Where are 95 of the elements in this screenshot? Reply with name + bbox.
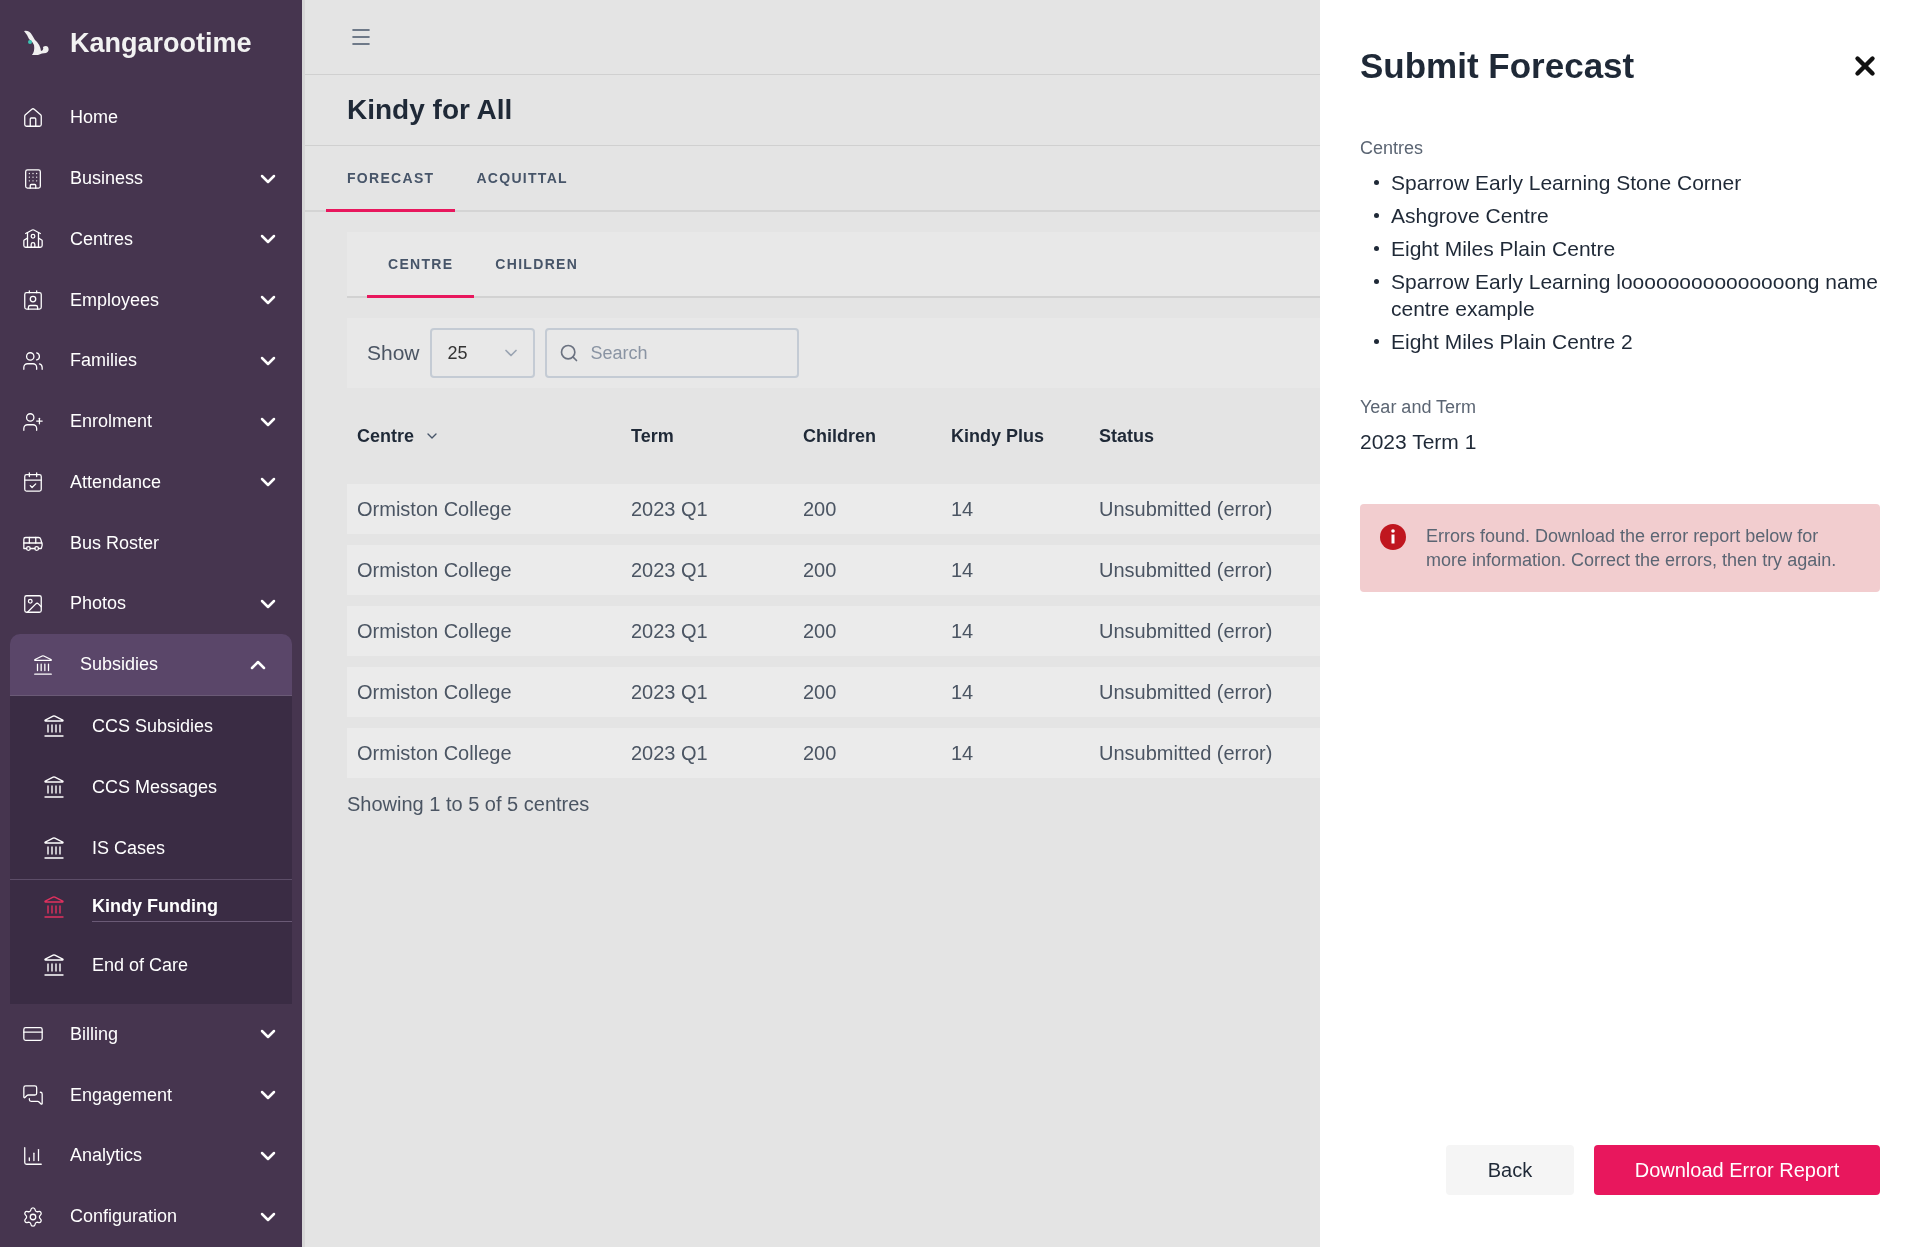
- sidebar-item[interactable]: Families: [0, 330, 302, 392]
- sidebar-item[interactable]: Business: [0, 148, 302, 210]
- bullet-icon: [1374, 246, 1379, 251]
- tab[interactable]: ACQUITTAL: [455, 146, 589, 212]
- download-error-report-button[interactable]: Download Error Report: [1594, 1145, 1880, 1195]
- sidebar-icon: [22, 1084, 44, 1107]
- bullet-icon: [1374, 180, 1379, 185]
- sidebar-item[interactable]: Configuration: [0, 1186, 302, 1247]
- table-cell-text: 200: [803, 619, 838, 643]
- sidebar-icon: [22, 228, 44, 251]
- table-cell-text: Ormiston College: [357, 680, 513, 704]
- sidebar-icon: [22, 167, 44, 190]
- table-cell-text: 200: [803, 680, 838, 704]
- centre-name: Eight Miles Plain Centre 2: [1391, 329, 1633, 355]
- table-cell-text: 2023 Q1: [631, 558, 709, 582]
- submenu-item[interactable]: IS Cases: [92, 833, 292, 863]
- table-cell-text: 2023 Q1: [631, 497, 709, 521]
- column-header: Centre: [357, 425, 414, 447]
- tab[interactable]: FORECAST: [326, 146, 456, 212]
- table-cell-text: Ormiston College: [357, 619, 513, 643]
- sidebar-item[interactable]: Bus Roster: [0, 512, 302, 574]
- sidebar-item[interactable]: Home: [0, 87, 302, 149]
- sidebar-icon: [22, 471, 44, 494]
- column-header: Kindy Plus: [951, 425, 1044, 447]
- term-label: Year and Term: [1360, 397, 1478, 418]
- sidebar-icon: [22, 410, 44, 433]
- centre-name: Eight Miles Plain Centre: [1391, 236, 1616, 262]
- bank-icon: [42, 836, 66, 861]
- table-cell-text: 14: [951, 680, 975, 704]
- sidebar-icon: [22, 107, 44, 129]
- table-cell-text: 2023 Q1: [631, 741, 709, 765]
- table-cell-text: Ormiston College: [357, 741, 513, 765]
- table-cell-text: Unsubmitted (error): [1099, 497, 1274, 521]
- alert-message: Errors found. Download the error report below for more information. Correct the errors, then try again.: [1426, 525, 1838, 572]
- column-header: Children: [803, 425, 876, 447]
- sidebar-item[interactable]: Photos: [0, 573, 302, 635]
- page-title: Kindy for All: [305, 75, 1320, 146]
- column-header: Term: [631, 425, 674, 447]
- search-field[interactable]: Search: [544, 328, 799, 378]
- show-label: Show: [367, 341, 420, 365]
- table-cell-text: 2023 Q1: [631, 680, 709, 704]
- sidebar-icon: [22, 349, 44, 372]
- page-size-select[interactable]: 25: [429, 328, 535, 378]
- panel-title: Submit Forecast: [1360, 46, 1635, 86]
- submenu-item[interactable]: CCS Subsidies: [92, 711, 292, 741]
- table-cell-text: Ormiston College: [357, 558, 513, 582]
- table-cell-text: 14: [951, 619, 975, 643]
- sidebar-item[interactable]: Enrolment: [0, 391, 302, 453]
- sidebar-icon: [22, 592, 44, 615]
- sidebar-item[interactable]: Attendance: [0, 452, 302, 513]
- submenu-item[interactable]: Kindy Funding: [92, 892, 292, 923]
- column-header: Status: [1099, 425, 1154, 447]
- term-value: 2023 Term 1: [1360, 430, 1478, 454]
- table-cell-text: 200: [803, 558, 838, 582]
- table-cell-text: Unsubmitted (error): [1099, 741, 1274, 765]
- bank-icon: [42, 714, 66, 739]
- bullet-icon: [1374, 213, 1379, 218]
- sidebar-icon: [22, 1144, 44, 1167]
- tab[interactable]: CHILDREN: [474, 232, 600, 298]
- bullet-icon: [1374, 339, 1379, 344]
- centre-name: Ashgrove Centre: [1391, 203, 1549, 229]
- table-cell-text: Ormiston College: [357, 497, 513, 521]
- bank-icon: [42, 953, 66, 978]
- table-cell-text: Unsubmitted (error): [1099, 558, 1274, 582]
- centres-label: Centres: [1360, 138, 1425, 159]
- table-cell-text: 200: [803, 741, 838, 765]
- table-cell-text: 14: [951, 741, 975, 765]
- back-button[interactable]: Back: [1446, 1145, 1574, 1195]
- table-cell-text: 2023 Q1: [631, 619, 709, 643]
- table-cell-text: Unsubmitted (error): [1099, 680, 1274, 704]
- bank-icon: [42, 775, 66, 800]
- sidebar-item[interactable]: Analytics: [0, 1125, 302, 1187]
- sidebar-item[interactable]: Centres: [0, 209, 302, 270]
- table-cell-text: 200: [803, 497, 838, 521]
- sidebar-icon: [22, 1205, 44, 1228]
- table-cell-text: Unsubmitted (error): [1099, 619, 1274, 643]
- sidebar-item[interactable]: Subsidies: [10, 634, 292, 695]
- info-icon: [1380, 524, 1406, 550]
- pagination-summary: Showing 1 to 5 of 5 centres: [347, 793, 591, 816]
- sidebar-item[interactable]: Engagement: [0, 1064, 302, 1126]
- search-icon: [558, 343, 579, 363]
- bullet-icon: [1374, 279, 1379, 284]
- centre-name: Sparrow Early Learning looooooooooooooong name centre example: [1391, 269, 1879, 322]
- sidebar-icon: [32, 653, 54, 676]
- submenu-item[interactable]: End of Care: [92, 950, 292, 980]
- submenu-item[interactable]: CCS Messages: [92, 772, 292, 802]
- centre-name: Sparrow Early Learning Stone Corner: [1391, 170, 1742, 196]
- brand-name: Kangarootime: [70, 28, 252, 60]
- table-cell-text: 14: [951, 558, 975, 582]
- bank-icon: [42, 895, 66, 920]
- sidebar-icon: [22, 289, 44, 312]
- sidebar-item[interactable]: Employees: [0, 269, 302, 331]
- table-cell-text: 14: [951, 497, 975, 521]
- tab[interactable]: CENTRE: [367, 232, 475, 298]
- sidebar-item[interactable]: Billing: [0, 1003, 302, 1065]
